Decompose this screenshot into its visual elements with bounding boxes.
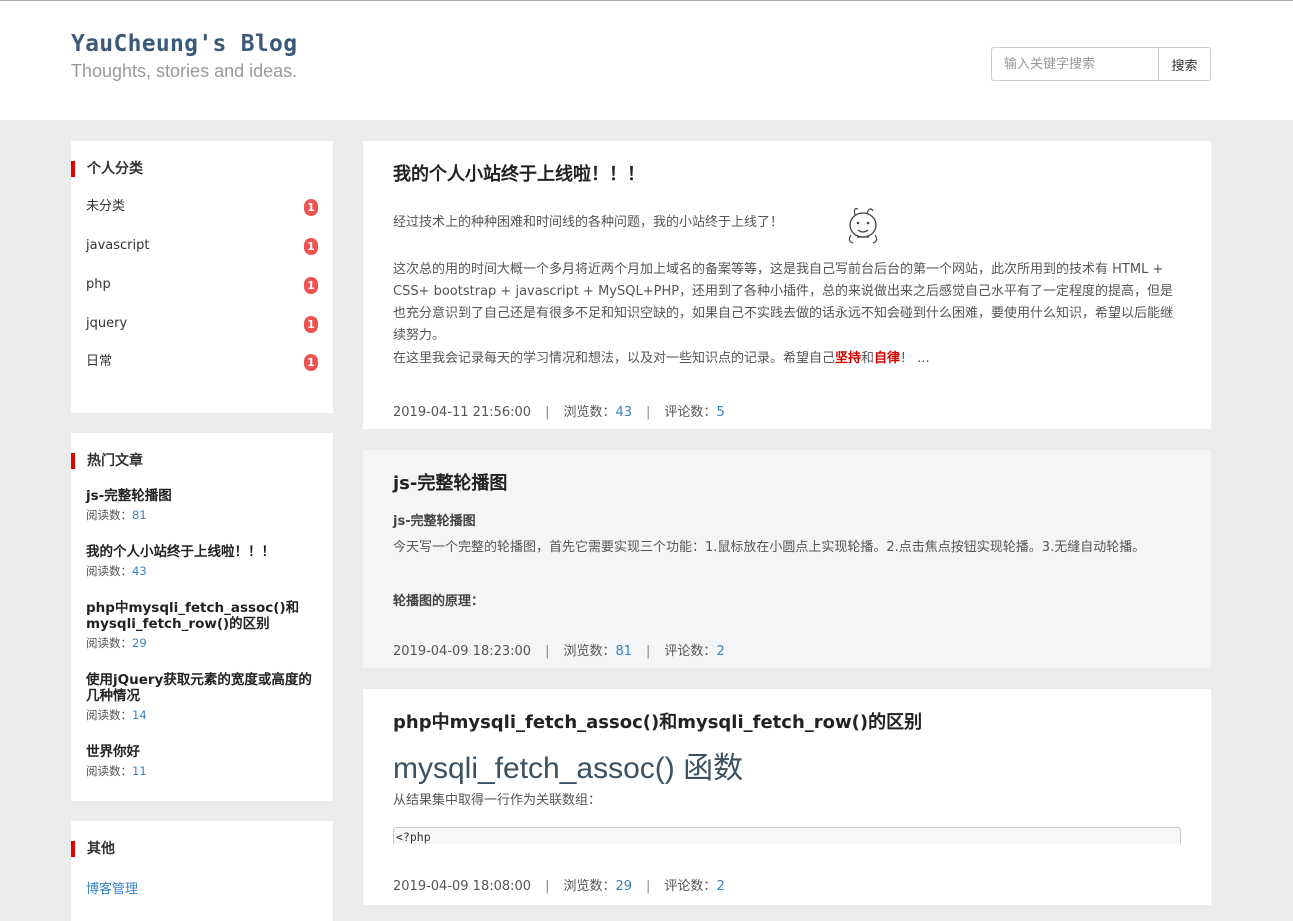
site-header: YauCheung's Blog Thoughts, stories and i…: [0, 1, 1293, 120]
meta-separator: |: [545, 644, 550, 659]
reads-count: 81: [132, 508, 147, 522]
hot-article-link[interactable]: 我的个人小站终于上线啦！！！: [86, 544, 321, 560]
hot-article-link[interactable]: 世界你好: [86, 744, 321, 760]
views-count: 29: [615, 879, 633, 894]
category-item[interactable]: 未分类 1: [86, 197, 318, 217]
category-count-badge: 1: [304, 238, 318, 255]
views-label: 浏览数：: [563, 405, 616, 420]
hot-article-reads: 阅读数：14: [86, 707, 321, 723]
reads-count: 29: [132, 636, 147, 650]
reads-count: 43: [132, 564, 147, 578]
categories-panel: 个人分类 未分类 1 javascript 1 php 1 jquery 1 日…: [71, 141, 333, 413]
post-subheading: 轮播图的原理：: [393, 594, 485, 609]
body-text: 和: [861, 351, 875, 366]
comments-label: 评论数：: [664, 405, 717, 420]
body-text: ！ ...: [900, 351, 930, 366]
other-title: 其他: [71, 841, 115, 857]
views-label: 浏览数：: [563, 879, 616, 894]
post-card: php中mysqli_fetch_assoc()和mysqli_fetch_ro…: [363, 689, 1211, 905]
hot-article-reads: 阅读数：29: [86, 635, 321, 651]
post-body-last: 在这里我会记录每天的学习情况和想法，以及对一些知识点的记录。希望自己坚持和自律！…: [393, 348, 1183, 370]
hot-article-reads: 阅读数：11: [86, 763, 321, 779]
doodle-face-icon: [848, 208, 878, 244]
hot-article-reads: 阅读数：81: [86, 507, 321, 523]
body-text: 在这里我会记录每天的学习情况和想法，以及对一些知识点的记录。希望自己: [393, 351, 836, 366]
other-panel: 其他 博客管理: [71, 821, 333, 921]
post-date: 2019-04-09 18:08:00: [393, 879, 532, 894]
category-count-badge: 1: [304, 277, 318, 294]
comments-label: 评论数：: [664, 644, 717, 659]
meta-separator: |: [646, 879, 651, 894]
category-label: javascript: [86, 238, 150, 253]
views-count: 81: [615, 644, 633, 659]
post-title[interactable]: php中mysqli_fetch_assoc()和mysqli_fetch_ro…: [393, 708, 922, 734]
post-heading: mysqli_fetch_assoc() 函数: [393, 752, 744, 785]
views-label: 浏览数：: [563, 644, 616, 659]
reads-label: 阅读数：: [86, 508, 132, 522]
category-item[interactable]: php 1: [86, 275, 318, 295]
post-card: 我的个人小站终于上线啦！！！ 经过技术上的种种困难和时间线的各种问题，我的小站终…: [363, 141, 1211, 429]
hot-article-item: php中mysqli_fetch_assoc()和mysqli_fetch_ro…: [86, 600, 321, 651]
category-label: php: [86, 277, 111, 292]
views-count: 43: [615, 405, 633, 420]
post-meta: 2019-04-11 21:56:00 | 浏览数：43 | 评论数：5: [393, 401, 725, 420]
post-title[interactable]: js-完整轮播图: [393, 469, 507, 495]
post-subheading: js-完整轮播图: [393, 514, 476, 529]
post-body-paragraph: 这次总的用的时间大概一个多月将近两个月加上域名的备案等等，这是我自己写前台后台的…: [393, 262, 1174, 343]
blog-title[interactable]: YauCheung's Blog: [71, 31, 297, 57]
highlight-text: 自律: [874, 351, 901, 366]
reads-count: 11: [132, 764, 147, 778]
hot-article-item: js-完整轮播图 阅读数：81: [86, 488, 321, 523]
post-intro: 经过技术上的种种困难和时间线的各种问题，我的小站终于上线了！: [393, 215, 784, 230]
reads-label: 阅读数：: [86, 764, 132, 778]
search-input[interactable]: [992, 48, 1158, 80]
category-label: jquery: [86, 316, 128, 331]
category-count-badge: 1: [304, 199, 318, 216]
meta-separator: |: [646, 405, 651, 420]
comments-count: 5: [716, 405, 725, 420]
comments-count: 2: [716, 879, 725, 894]
comments-count: 2: [716, 644, 725, 659]
hot-article-item: 使用jQuery获取元素的宽度或高度的几种情况 阅读数：14: [86, 672, 321, 723]
post-body-paragraph: 今天写一个完整的轮播图，首先它需要实现三个功能：1.鼠标放在小圆点上实现轮播。2…: [393, 540, 1146, 555]
reads-label: 阅读数：: [86, 708, 132, 722]
blog-subtitle: Thoughts, stories and ideas.: [71, 61, 298, 81]
post-body-paragraph: 从结果集中取得一行作为关联数组：: [393, 793, 602, 808]
category-item[interactable]: jquery 1: [86, 314, 318, 334]
hot-article-link[interactable]: 使用jQuery获取元素的宽度或高度的几种情况: [86, 672, 318, 704]
reads-count: 14: [132, 708, 147, 722]
post-card: js-完整轮播图 js-完整轮播图 今天写一个完整的轮播图，首先它需要实现三个功…: [363, 450, 1211, 668]
reads-label: 阅读数：: [86, 636, 132, 650]
post-date: 2019-04-09 18:23:00: [393, 644, 532, 659]
category-label: 日常: [86, 354, 113, 369]
hot-article-link[interactable]: php中mysqli_fetch_assoc()和mysqli_fetch_ro…: [86, 600, 311, 632]
categories-title: 个人分类: [71, 161, 143, 177]
hot-article-item: 我的个人小站终于上线啦！！！ 阅读数：43: [86, 544, 321, 579]
meta-separator: |: [545, 879, 550, 894]
blog-admin-link[interactable]: 博客管理: [86, 878, 138, 897]
hot-articles-panel: 热门文章 js-完整轮播图 阅读数：81 我的个人小站终于上线啦！！！ 阅读数：…: [71, 433, 333, 801]
category-count-badge: 1: [304, 354, 318, 371]
search-form: 搜索: [991, 47, 1211, 81]
search-button[interactable]: 搜索: [1158, 48, 1210, 80]
hot-articles-title: 热门文章: [71, 453, 143, 469]
comments-label: 评论数：: [664, 879, 717, 894]
meta-separator: |: [545, 405, 550, 420]
reads-label: 阅读数：: [86, 564, 132, 578]
hot-article-item: 世界你好 阅读数：11: [86, 744, 321, 779]
highlight-text: 坚持: [835, 351, 862, 366]
meta-separator: |: [646, 644, 651, 659]
post-title[interactable]: 我的个人小站终于上线啦！！！: [393, 160, 645, 186]
category-count-badge: 1: [304, 316, 318, 333]
hot-article-link[interactable]: js-完整轮播图: [86, 488, 321, 504]
category-label: 未分类: [86, 199, 126, 214]
code-block: <?php: [393, 827, 1181, 844]
category-item[interactable]: 日常 1: [86, 352, 318, 372]
post-date: 2019-04-11 21:56:00: [393, 405, 532, 420]
post-meta: 2019-04-09 18:08:00 | 浏览数：29 | 评论数：2: [393, 875, 725, 894]
post-meta: 2019-04-09 18:23:00 | 浏览数：81 | 评论数：2: [393, 640, 725, 659]
hot-article-reads: 阅读数：43: [86, 563, 321, 579]
category-item[interactable]: javascript 1: [86, 236, 318, 256]
